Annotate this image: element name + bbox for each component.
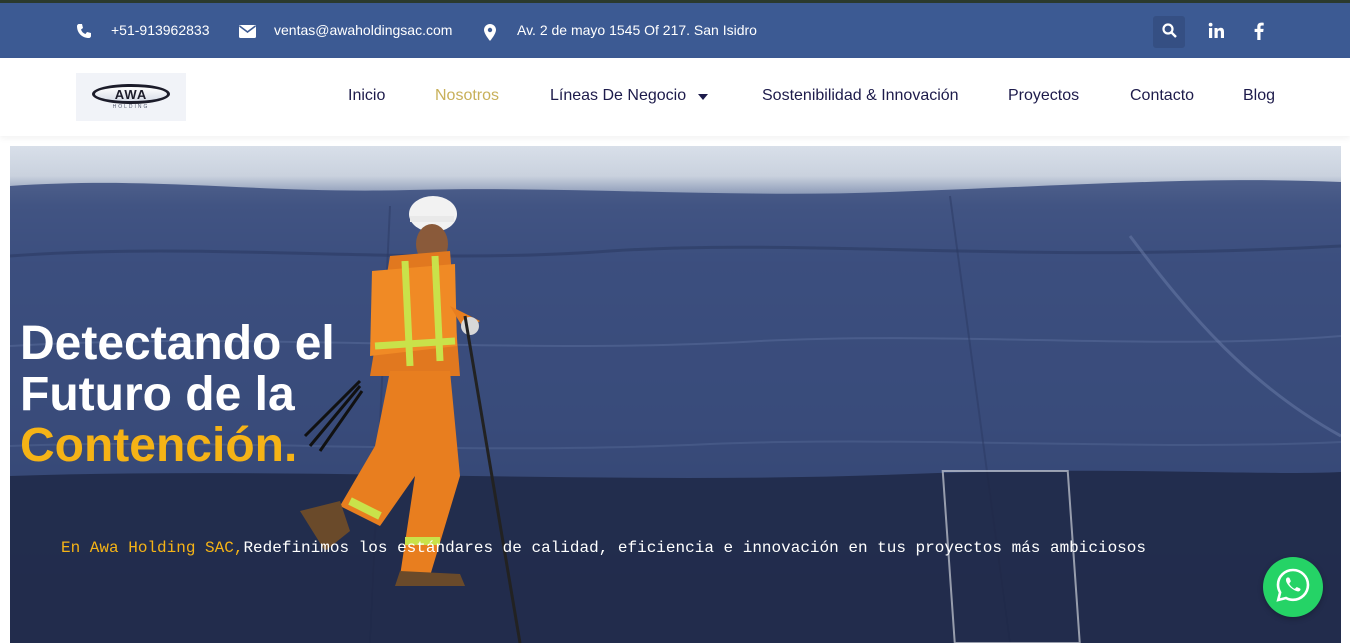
map-pin-icon (484, 24, 496, 44)
logo-word: AWA (92, 84, 170, 104)
nav-item-contacto[interactable]: Contacto (1130, 87, 1194, 105)
logo-mark: AWA HOLDING (92, 84, 170, 110)
hero-subtitle-text: Redefinimos los estándares de calidad, e… (243, 539, 1146, 557)
email-link[interactable]: ventas@awaholdingsac.com (274, 22, 452, 38)
address-text: Av. 2 de mayo 1545 Of 217. San Isidro (517, 22, 757, 38)
hero-subtitle-accent: En Awa Holding SAC, (61, 539, 244, 557)
nav-item-sostenibilidad[interactable]: Sostenibilidad & Innovación (762, 87, 959, 105)
phone-number[interactable]: +51-913962833 (111, 22, 210, 38)
linkedin-icon[interactable] (1208, 22, 1225, 42)
hero-title-accent: Contención. (20, 419, 298, 472)
hero-title-line-2: Futuro de la (20, 368, 295, 421)
hero-banner: Detectando el Futuro de la Contención. E… (10, 146, 1341, 643)
logo-subtitle: HOLDING (112, 104, 150, 110)
hero-title: Detectando el Futuro de la Contención. (20, 318, 335, 471)
main-header: AWA HOLDING Inicio Nosotros Líneas De Ne… (0, 58, 1350, 136)
top-contact-bar: +51-913962833 ventas@awaholdingsac.com A… (0, 0, 1350, 58)
nav-item-blog[interactable]: Blog (1243, 87, 1275, 105)
facebook-icon[interactable] (1254, 22, 1264, 43)
envelope-icon (239, 25, 256, 41)
hero-subtitle: En Awa Holding SAC,Redefinimos los están… (61, 539, 1146, 557)
search-button[interactable] (1153, 16, 1185, 48)
nav-item-proyectos[interactable]: Proyectos (1008, 87, 1079, 105)
nav-item-nosotros[interactable]: Nosotros (435, 87, 499, 105)
whatsapp-button[interactable] (1263, 557, 1323, 617)
search-icon (1161, 23, 1177, 41)
hero-title-line-1: Detectando el (20, 317, 335, 370)
company-logo[interactable]: AWA HOLDING (76, 73, 186, 121)
phone-icon (76, 23, 92, 42)
nav-item-lineas-de-negocio[interactable]: Líneas De Negocio (550, 87, 686, 105)
whatsapp-icon (1275, 567, 1311, 608)
nav-item-inicio[interactable]: Inicio (348, 87, 385, 105)
chevron-down-icon[interactable] (698, 94, 708, 100)
